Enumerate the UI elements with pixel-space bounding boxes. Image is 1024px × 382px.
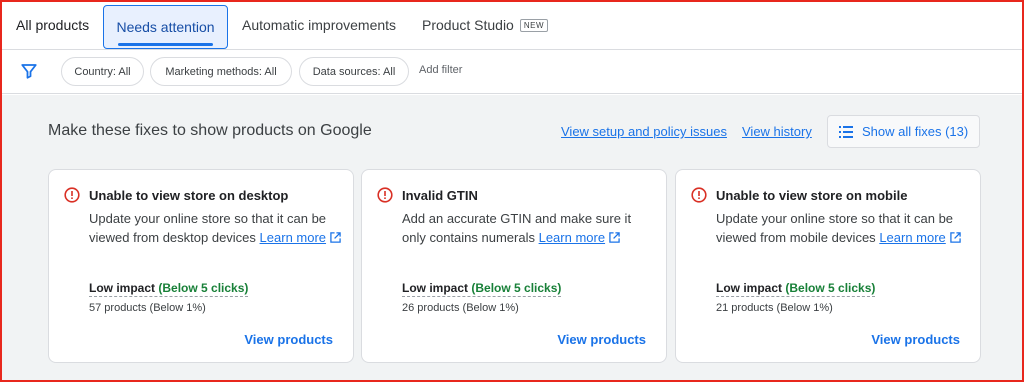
impact-level: Low impact <box>716 281 783 295</box>
view-products-button[interactable]: View products <box>871 332 960 347</box>
tab-label: Product Studio <box>422 17 514 33</box>
issue-description: Update your online store so that it can … <box>89 209 344 247</box>
impact-detail: (Below 5 clicks) <box>471 281 562 295</box>
error-icon <box>691 187 707 203</box>
view-history-link[interactable]: View history <box>742 124 812 139</box>
filter-bar: Country: All Marketing methods: All Data… <box>2 51 1022 94</box>
error-icon <box>377 187 393 203</box>
country-filter-chip[interactable]: Country: All <box>61 57 144 86</box>
external-link-icon[interactable] <box>609 232 620 243</box>
main-content: Make these fixes to show products on Goo… <box>2 95 1022 380</box>
external-link-icon[interactable] <box>950 232 961 243</box>
tab-all-products[interactable]: All products <box>16 2 89 48</box>
affected-products-count: 57 products (Below 1%) <box>89 302 206 314</box>
data-sources-filter-chip[interactable]: Data sources: All <box>299 57 409 86</box>
learn-more-label: Learn more <box>538 230 606 245</box>
impact-level: Low impact <box>402 281 469 295</box>
impact-tooltip-trigger[interactable]: Low impact (Below 5 clicks) <box>89 281 249 297</box>
active-tab-indicator <box>118 43 213 46</box>
impact-tooltip-trigger[interactable]: Low impact (Below 5 clicks) <box>402 281 562 297</box>
issue-title: Unable to view store on mobile <box>716 188 908 203</box>
view-products-button[interactable]: View products <box>557 332 646 347</box>
affected-products-count: 21 products (Below 1%) <box>716 302 833 314</box>
learn-more-link[interactable]: Learn more <box>539 230 605 245</box>
issue-card-gtin: Invalid GTIN Add an accurate GTIN and ma… <box>361 169 667 363</box>
view-products-button[interactable]: View products <box>244 332 333 347</box>
filter-icon[interactable] <box>20 62 38 80</box>
learn-more-label: Learn more <box>879 230 946 245</box>
impact-detail: (Below 5 clicks) <box>785 281 876 295</box>
external-link-icon[interactable] <box>330 232 341 243</box>
tab-automatic-improvements[interactable]: Automatic improvements <box>242 2 396 48</box>
learn-more-label: Learn more <box>259 230 327 245</box>
tab-needs-attention[interactable]: Needs attention <box>103 5 228 49</box>
show-all-fixes-label: Show all fixes (13) <box>862 124 969 139</box>
impact-level: Low impact <box>89 281 156 295</box>
issue-card-mobile: Unable to view store on mobile Update yo… <box>675 169 981 363</box>
issue-title: Unable to view store on desktop <box>89 188 289 203</box>
new-badge: NEW <box>519 18 549 32</box>
tab-label: Automatic improvements <box>242 17 397 33</box>
issue-description: Add an accurate GTIN and make sure it on… <box>402 209 657 247</box>
show-all-fixes-button[interactable]: Show all fixes (13) <box>827 115 980 148</box>
tab-label: All products <box>16 17 90 33</box>
issue-description: Update your online store so that it can … <box>716 209 971 247</box>
issue-card-desktop: Unable to view store on desktop Update y… <box>48 169 354 363</box>
list-icon <box>839 125 853 138</box>
page-heading: Make these fixes to show products on Goo… <box>48 122 372 139</box>
impact-detail: (Below 5 clicks) <box>158 281 249 295</box>
learn-more-link[interactable]: Learn more <box>260 230 326 245</box>
tab-bar: All products Needs attention Automatic i… <box>2 2 1022 50</box>
view-setup-policy-link[interactable]: View setup and policy issues <box>561 124 727 139</box>
affected-products-count: 26 products (Below 1%) <box>402 302 519 314</box>
impact-tooltip-trigger[interactable]: Low impact (Below 5 clicks) <box>716 281 876 297</box>
add-filter-input[interactable]: Add filter <box>419 64 462 76</box>
learn-more-link[interactable]: Learn more <box>879 230 945 245</box>
tab-label: Needs attention <box>116 19 215 35</box>
error-icon <box>64 187 80 203</box>
tab-product-studio[interactable]: Product Studio NEW <box>422 2 549 48</box>
marketing-methods-filter-chip[interactable]: Marketing methods: All <box>150 57 292 86</box>
issue-title: Invalid GTIN <box>402 188 478 203</box>
